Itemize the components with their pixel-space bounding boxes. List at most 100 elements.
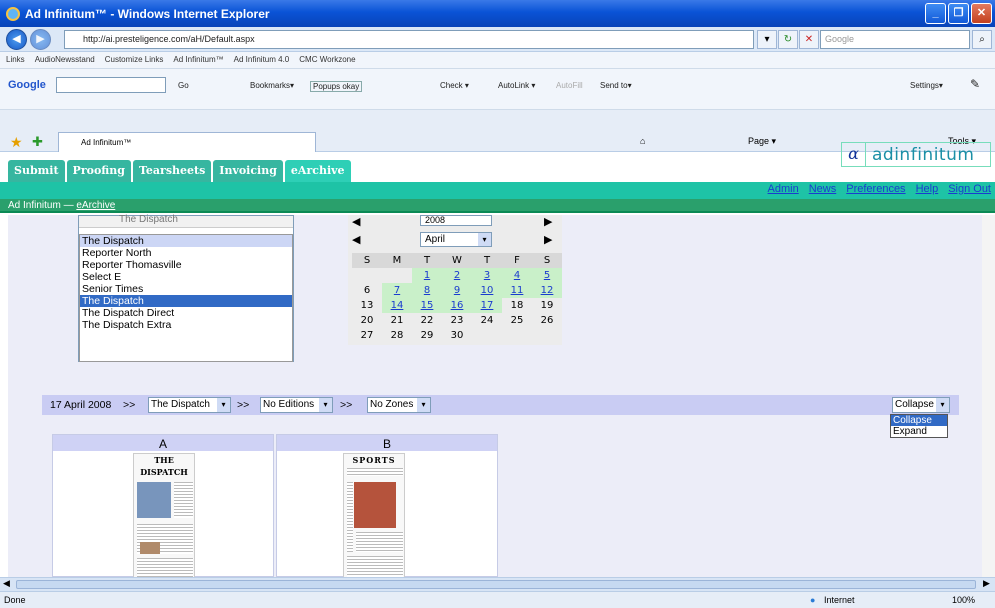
list-item[interactable]: Reporter Thomasville (80, 259, 292, 271)
forward-button[interactable]: ▶ (30, 29, 51, 50)
link-item[interactable]: Customize Links (105, 52, 164, 68)
page-thumbnail[interactable]: SPORTS (343, 453, 405, 579)
help-link[interactable]: Help (916, 183, 939, 195)
month-select[interactable]: April ▾ (420, 232, 492, 247)
calendar-dow-label: S (352, 253, 382, 268)
news-link[interactable]: News (809, 183, 837, 195)
browser-tab[interactable]: Ad Infinitum™ (58, 132, 316, 152)
adinfinitum-logo: α adinfinitum (841, 142, 991, 167)
calendar-day[interactable]: 7 (382, 283, 412, 298)
calendar-day: 19 (540, 300, 554, 311)
calendar-day[interactable]: 10 (472, 283, 502, 298)
zone-select-value: No Zones (370, 399, 414, 410)
scroll-left-icon[interactable]: ◀ (3, 578, 10, 589)
tab-submit[interactable]: Submit (8, 160, 65, 182)
calendar-year-row: ◀ 2008 ▶ (348, 215, 562, 232)
address-bar[interactable]: http://ai.presteligence.com/aH/Default.a… (64, 30, 754, 49)
send-to-button[interactable]: Send to▾ (600, 81, 632, 90)
refresh-icon[interactable]: ↻ (778, 30, 798, 49)
calendar-day[interactable]: 8 (412, 283, 442, 298)
address-dropdown-icon[interactable]: ▾ (757, 30, 777, 49)
zone-select[interactable]: No Zones ▾ (367, 397, 431, 413)
calendar-day[interactable]: 14 (382, 298, 412, 313)
sign-out-link[interactable]: Sign Out (948, 183, 991, 195)
calendar-day[interactable]: 9 (442, 283, 472, 298)
ie-logo-icon (6, 6, 20, 21)
front-photo (137, 482, 171, 518)
list-item[interactable]: The Dispatch Direct (80, 307, 292, 319)
next-month-icon[interactable]: ▶ (544, 233, 552, 246)
page-label: B (277, 435, 497, 451)
status-bar: Done ● Internet 100% (0, 591, 995, 608)
next-year-icon[interactable]: ▶ (544, 215, 552, 228)
scroll-right-icon[interactable]: ▶ (983, 578, 990, 589)
calendar-day[interactable]: 2 (442, 268, 472, 283)
settings-button[interactable]: Settings▾ (910, 81, 943, 90)
horizontal-scrollbar[interactable]: ◀ ▶ (0, 577, 995, 591)
link-item[interactable]: Ad Infinitum™ (173, 52, 223, 68)
calendar-day[interactable]: 4 (502, 268, 532, 283)
view-option-expand[interactable]: Expand (891, 426, 947, 437)
calendar-day[interactable]: 5 (532, 268, 562, 283)
tab-proofing[interactable]: Proofing (66, 160, 131, 182)
page-thumbnail[interactable]: THE DISPATCH (133, 453, 195, 579)
zoom-level[interactable]: 100% (952, 592, 975, 608)
prev-year-icon[interactable]: ◀ (352, 215, 360, 228)
page-menu[interactable]: Page ▾ (748, 136, 776, 147)
admin-link[interactable]: Admin (768, 183, 799, 195)
add-favorites-icon[interactable]: ✚ (32, 134, 43, 150)
stop-icon[interactable]: ✕ (799, 30, 819, 49)
popups-button[interactable]: Popups okay (310, 81, 363, 92)
logo-text: adinfinitum (872, 144, 975, 165)
calendar-day: 25 (510, 315, 524, 326)
google-search-input[interactable] (56, 77, 166, 93)
back-button[interactable]: ◀ (6, 29, 27, 50)
tab-invoicing[interactable]: Invoicing (213, 160, 283, 182)
close-button[interactable]: ✕ (971, 3, 992, 24)
link-item[interactable]: AudioNewsstand (35, 52, 95, 68)
chevron-down-icon: ▾ (417, 398, 430, 412)
list-item-selected[interactable]: The Dispatch (80, 295, 292, 307)
calendar-day[interactable]: 15 (412, 298, 442, 313)
search-icon[interactable]: ⌕ (972, 30, 992, 49)
autolink-button[interactable]: AutoLink ▾ (498, 81, 535, 90)
view-select[interactable]: Collapse ▾ (892, 397, 950, 413)
selected-date: 17 April 2008 (50, 399, 112, 411)
prev-month-icon[interactable]: ◀ (352, 233, 360, 246)
text-block (347, 468, 403, 476)
preferences-link[interactable]: Preferences (846, 183, 905, 195)
breadcrumb-earchive-link[interactable]: eArchive (76, 200, 115, 211)
link-item[interactable]: Ad Infinitum 4.0 (234, 52, 290, 68)
bookmarks-button[interactable]: Bookmarks▾ (250, 81, 294, 90)
link-item[interactable]: CMC Workzone (299, 52, 355, 68)
check-button[interactable]: Check ▾ (440, 81, 469, 90)
tab-earchive[interactable]: eArchive (284, 160, 351, 182)
calendar-day[interactable]: 3 (472, 268, 502, 283)
favorites-star-icon[interactable]: ★ (10, 134, 23, 151)
publication-listbox[interactable]: The Dispatch Reporter North Reporter Tho… (79, 234, 293, 362)
minimize-button[interactable]: _ (925, 3, 946, 24)
maximize-button[interactable]: ❐ (948, 3, 969, 24)
view-option-collapse[interactable]: Collapse (891, 415, 947, 426)
edition-select[interactable]: No Editions ▾ (260, 397, 333, 413)
list-item[interactable]: Senior Times (80, 283, 292, 295)
list-item[interactable]: Select E (80, 271, 292, 283)
list-item[interactable]: Reporter North (80, 247, 292, 259)
google-go-button[interactable]: Go (178, 81, 189, 90)
wrench-icon[interactable]: ✎ (970, 77, 980, 91)
vertical-scrollbar[interactable] (982, 215, 995, 577)
list-item[interactable]: The Dispatch Extra (80, 319, 292, 331)
calendar-day[interactable]: 1 (412, 268, 442, 283)
publication-dropdown[interactable]: The Dispatch (79, 215, 293, 228)
tab-tearsheets[interactable]: Tearsheets (132, 160, 212, 182)
publication-select[interactable]: The Dispatch ▾ (148, 397, 231, 413)
home-icon[interactable]: ⌂ (640, 136, 645, 146)
calendar-day[interactable]: 11 (502, 283, 532, 298)
calendar-day[interactable]: 17 (472, 298, 502, 313)
search-input[interactable]: Google (820, 30, 970, 49)
autofill-button[interactable]: AutoFill (556, 81, 583, 90)
year-select[interactable]: 2008 (420, 215, 492, 226)
calendar-day[interactable]: 12 (532, 283, 562, 298)
calendar-day[interactable]: 16 (442, 298, 472, 313)
scroll-thumb[interactable] (16, 580, 976, 589)
